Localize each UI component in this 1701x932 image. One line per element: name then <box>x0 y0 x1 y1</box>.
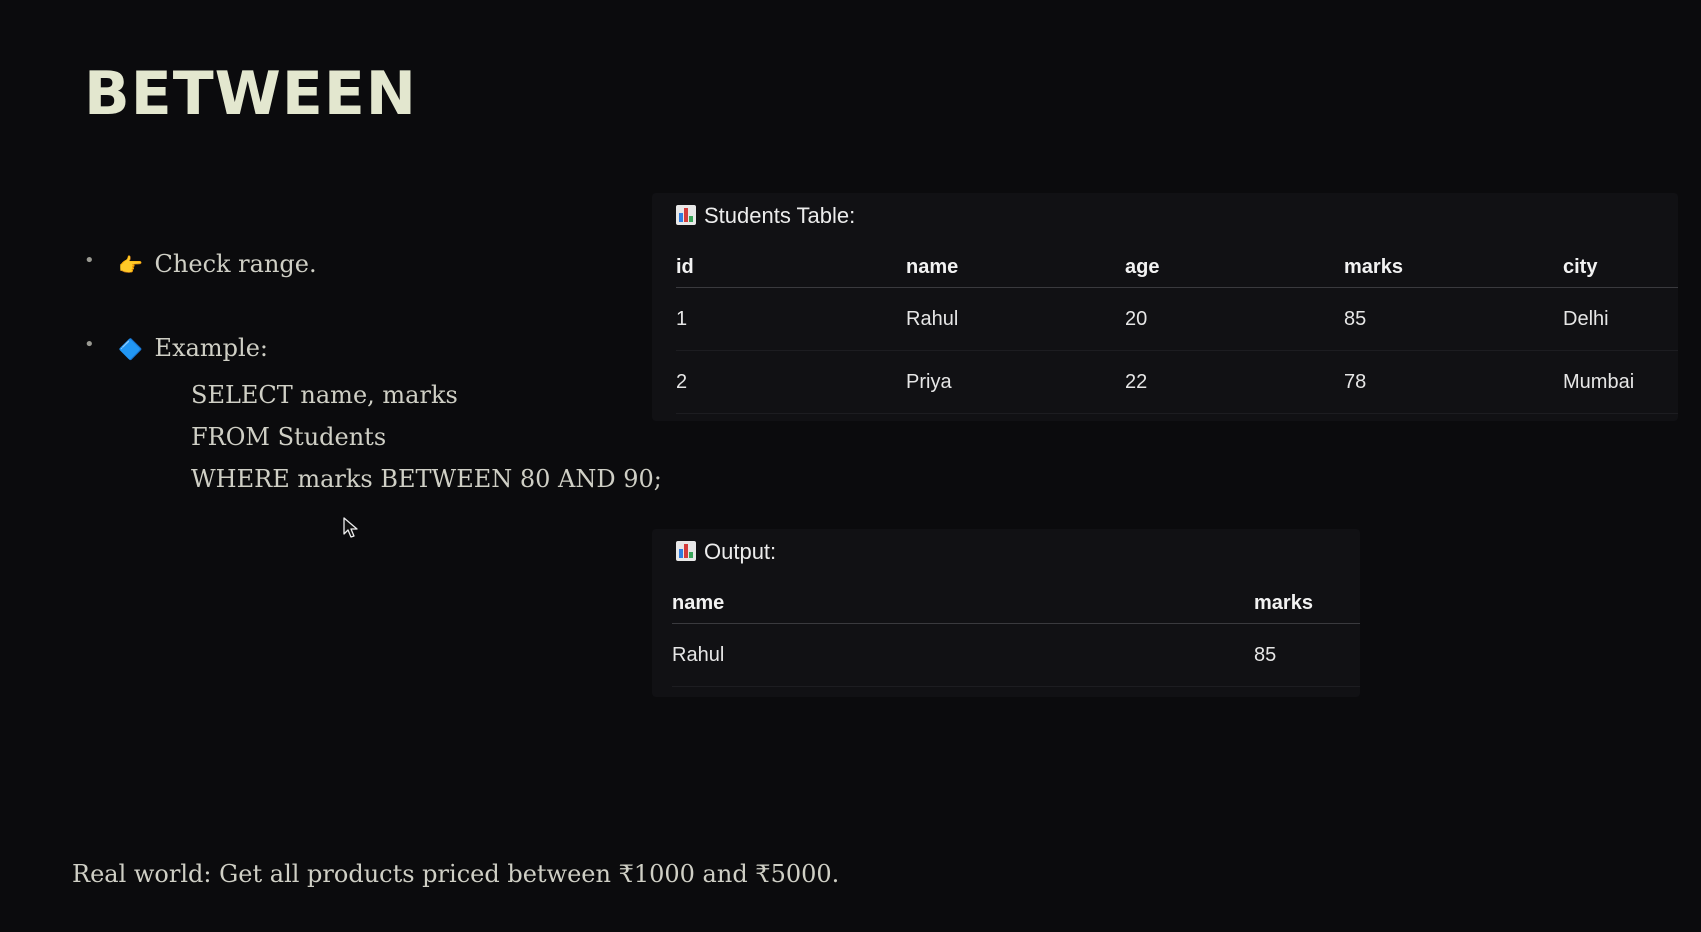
code-line: SELECT name, marks <box>191 381 458 409</box>
column-header-id: id <box>676 245 906 288</box>
column-header-marks: marks <box>1254 581 1360 624</box>
caption-text: Students Table: <box>704 203 856 228</box>
table-cell: Delhi <box>1563 287 1678 351</box>
bullet-dot: • <box>84 250 95 271</box>
table-cell: 85 <box>1254 623 1360 687</box>
bullet-dot: • <box>84 334 95 355</box>
bullet-example: • 🔷 Example: SELECT name, marks FROM Stu… <box>84 334 662 493</box>
column-header-age: age <box>1125 245 1344 288</box>
caption-text: Output: <box>704 539 777 564</box>
bullet-text: Check range. <box>154 250 317 278</box>
real-world-note: Real world: Get all products priced betw… <box>72 860 840 888</box>
sql-example: SELECT name, marks FROM Students WHERE m… <box>191 374 662 500</box>
table-cell: Priya <box>906 350 1125 414</box>
column-header-marks: marks <box>1344 245 1563 288</box>
mouse-cursor-icon <box>343 517 358 538</box>
table-cell: Rahul <box>906 287 1125 351</box>
table-cell: 1 <box>676 287 906 351</box>
blue-diamond-icon: 🔷 <box>118 337 143 361</box>
table-row: 2 Priya 22 78 Mumbai <box>676 350 1678 414</box>
table-cell: 2 <box>676 350 906 414</box>
column-header-name: name <box>672 581 1254 624</box>
table-row: 1 Rahul 20 85 Delhi <box>676 287 1678 351</box>
slide-title: BETWEEN <box>84 59 418 129</box>
bullet-check-range: • 👉 Check range. <box>84 250 317 279</box>
output-table-caption: Output: <box>676 539 776 565</box>
bar-chart-icon <box>676 541 696 561</box>
code-line: WHERE marks BETWEEN 80 AND 90; <box>191 465 662 493</box>
output-table-panel: Output: name marks Rahul 85 <box>652 529 1360 697</box>
table-cell: 20 <box>1125 287 1344 351</box>
students-table: id name age marks city 1 Rahul 20 85 Del… <box>676 245 1678 414</box>
students-table-caption: Students Table: <box>676 203 855 229</box>
pointing-hand-icon: 👉 <box>118 253 143 277</box>
table-cell: 22 <box>1125 350 1344 414</box>
table-header-row: id name age marks city <box>676 245 1678 288</box>
table-cell: 78 <box>1344 350 1563 414</box>
table-cell: Mumbai <box>1563 350 1678 414</box>
output-table: name marks Rahul 85 <box>672 581 1360 687</box>
bullet-text: Example: <box>154 334 268 362</box>
bar-chart-icon <box>676 205 696 225</box>
column-header-city: city <box>1563 245 1678 288</box>
column-header-name: name <box>906 245 1125 288</box>
code-line: FROM Students <box>191 423 387 451</box>
table-header-row: name marks <box>672 581 1360 624</box>
table-cell: 85 <box>1344 287 1563 351</box>
table-row: Rahul 85 <box>672 623 1360 687</box>
students-table-panel: Students Table: id name age marks city 1… <box>652 193 1678 421</box>
table-cell: Rahul <box>672 623 1254 687</box>
